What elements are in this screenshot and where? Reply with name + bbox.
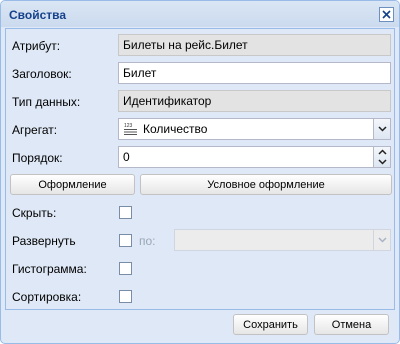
data-type-label: Тип данных:: [12, 95, 81, 109]
sort-label: Сортировка:: [12, 290, 82, 304]
close-button[interactable]: [379, 7, 394, 22]
aggregate-value: Количество: [143, 122, 208, 136]
data-type-field: Идентификатор: [118, 90, 391, 112]
spin-down-button[interactable]: [374, 157, 390, 167]
close-icon: [382, 10, 391, 19]
conditional-design-button[interactable]: Условное оформление: [140, 174, 392, 195]
expand-by-select: [174, 229, 391, 251]
order-value: 0: [123, 150, 130, 164]
cancel-button[interactable]: Отмена: [314, 314, 389, 335]
chevron-down-icon: [377, 159, 387, 165]
form-panel: Атрибут: Билеты на рейс.Билет Заголовок:…: [5, 28, 395, 310]
order-spinner[interactable]: [373, 147, 390, 167]
histogram-checkbox[interactable]: [119, 262, 132, 275]
sort-checkbox[interactable]: [119, 290, 132, 303]
expand-by-dropdown-trigger: [373, 230, 390, 250]
design-button[interactable]: Оформление: [10, 174, 135, 195]
properties-dialog: Свойства Атрибут: Билеты на рейс.Билет З…: [0, 0, 400, 344]
dialog-title: Свойства: [9, 8, 67, 22]
expand-by-label: по:: [139, 234, 156, 248]
save-button[interactable]: Сохранить: [233, 314, 308, 335]
hide-label: Скрыть:: [12, 206, 57, 220]
aggregate-dropdown-trigger[interactable]: [373, 119, 390, 139]
dialog-titlebar[interactable]: Свойства: [1, 1, 399, 27]
chevron-down-icon: [377, 237, 387, 243]
chevron-down-icon: [377, 126, 387, 132]
expand-label: Развернуть: [12, 234, 76, 248]
aggregate-label: Агрегат:: [12, 123, 58, 137]
order-input[interactable]: 0: [118, 146, 391, 168]
spin-up-button[interactable]: [374, 147, 390, 157]
svg-text:123: 123: [124, 123, 133, 129]
header-label: Заголовок:: [12, 67, 72, 81]
histogram-label: Гистограмма:: [12, 262, 87, 276]
expand-checkbox[interactable]: [119, 234, 132, 247]
chevron-up-icon: [377, 149, 387, 155]
attribute-field: Билеты на рейс.Билет: [118, 34, 391, 56]
order-label: Порядок:: [12, 151, 63, 165]
attribute-label: Атрибут:: [12, 39, 61, 53]
header-input[interactable]: Билет: [118, 62, 391, 84]
aggregate-select[interactable]: 123 Количество: [118, 118, 391, 140]
hide-checkbox[interactable]: [119, 206, 132, 219]
numeric-list-icon: 123: [124, 123, 137, 135]
